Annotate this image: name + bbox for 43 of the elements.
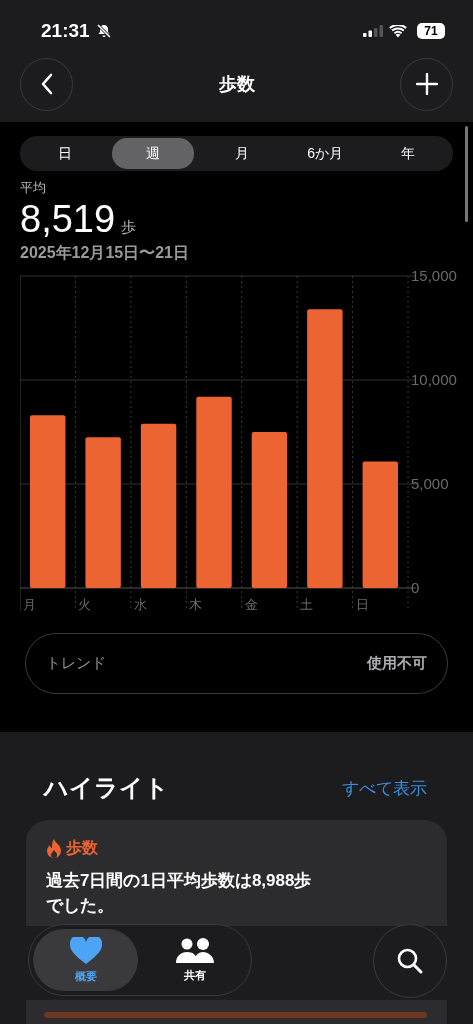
tab-item[interactable]: 概要 [33,929,138,991]
card-category: 歩数 [66,838,98,858]
show-all-link[interactable]: すべて表示 [342,776,427,800]
x-axis-label: 月 [23,597,36,611]
heart-icon [69,936,102,965]
people-icon [175,937,214,964]
highlight-card[interactable]: 歩数 過去7日間の1日平均歩数は8,988歩でした。 [26,820,447,926]
y-axis-label: 0 [411,579,420,596]
x-axis-label: 金 [244,597,258,611]
x-axis-label: 日 [355,597,369,611]
x-axis-label: 火 [78,597,92,611]
x-axis-label: 土 [300,597,314,611]
add-button[interactable] [400,57,453,111]
x-axis-label: 木 [189,597,203,611]
y-axis-label: 5,000 [411,475,449,492]
period-tab[interactable]: 日 [23,138,107,169]
period-tab[interactable]: 6か月 [283,138,367,169]
back-button[interactable] [20,57,73,111]
y-axis-label: 10,000 [411,371,457,388]
flame-icon [46,838,62,859]
tab-item[interactable]: 共有 [142,929,247,991]
highlight-text: 過去7日間の1日平均歩数は8,988歩でした。 [46,870,313,917]
unit-label: 歩 [121,218,137,237]
x-axis-label: 水 [133,597,147,611]
trend-label: トレンド [46,654,106,673]
search-icon [396,947,424,975]
back-icon [39,73,54,95]
status-time: 21:31 [41,20,90,42]
section-title: ハイライト [44,773,169,803]
period-tab[interactable]: 年 [366,138,450,169]
average-label: 平均 [20,179,47,197]
wifi-icon [389,24,407,38]
period-tab[interactable]: 週 [112,138,195,169]
average-value: 8,519 [20,198,116,241]
date-range: 2025年12月15日〜21日 [20,243,190,263]
nav-title: 歩数 [218,73,255,96]
bell-slash-icon [95,23,112,39]
y-axis-label: 15,000 [411,267,457,284]
trend-value: 使用不可 [367,654,427,673]
battery-indicator: 71 [417,23,445,39]
plus-icon [415,73,438,95]
period-tab[interactable]: 月 [200,138,284,169]
signal-icon [363,25,383,37]
